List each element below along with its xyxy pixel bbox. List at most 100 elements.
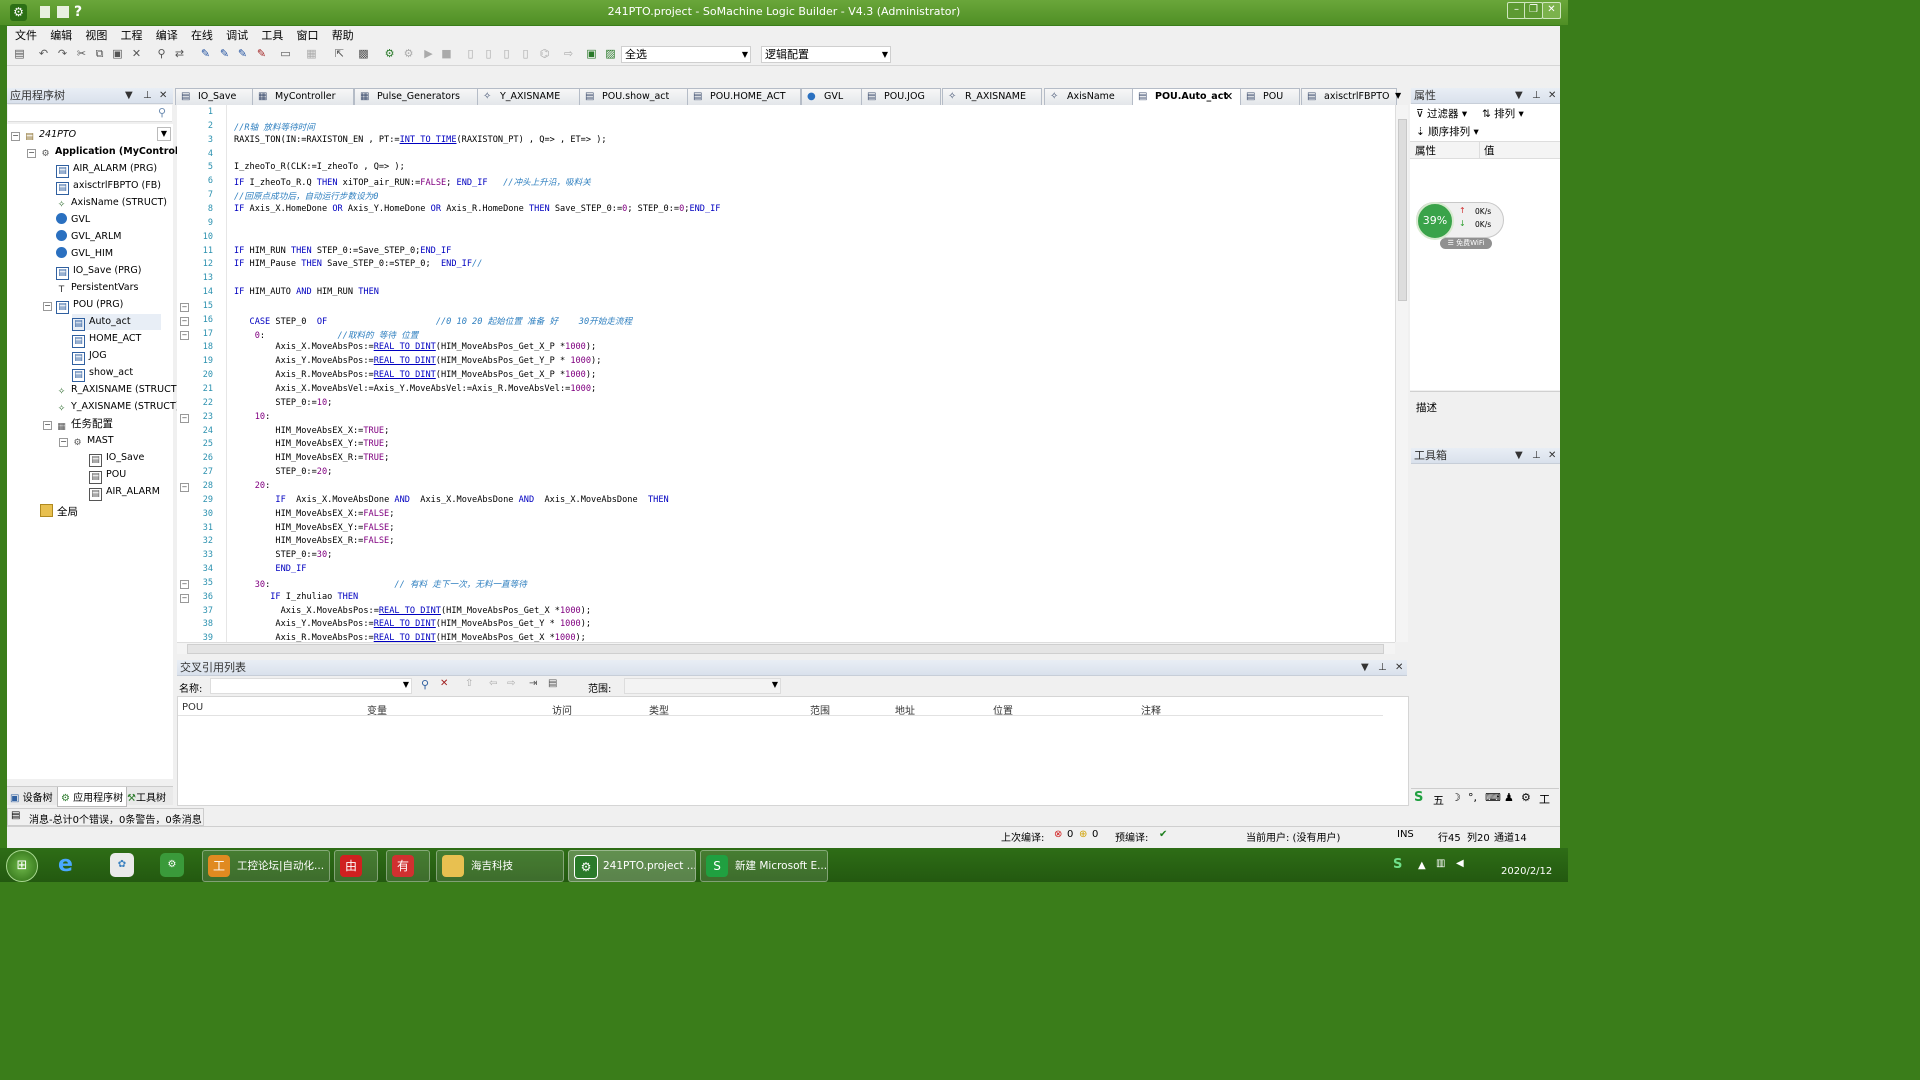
code-line[interactable]: Axis_Y.MoveAbsPos:=REAL_TO_DINT(HIM_Move…	[234, 619, 591, 629]
tab-io-save[interactable]: ▤ IO_Save	[175, 88, 254, 105]
code-line[interactable]: HIM_MoveAbsEX_Y:=FALSE;	[234, 523, 394, 533]
code-line[interactable]: END_IF	[234, 564, 306, 574]
build-all-icon[interactable]: ✎	[218, 47, 231, 60]
network-tray-icon[interactable]: ▥	[1436, 858, 1445, 869]
tree-item-home-act[interactable]: ▤ HOME_ACT	[72, 331, 141, 348]
stop-icon[interactable]: ■	[440, 47, 453, 60]
code-line[interactable]: STEP_0:=30;	[234, 550, 332, 560]
step-icon[interactable]: ▯	[464, 47, 477, 60]
close-icon[interactable]: ✕	[1548, 88, 1556, 103]
menu-tools[interactable]: 工具	[256, 26, 288, 43]
editor-vertical-scrollbar[interactable]	[1395, 105, 1408, 642]
code-line[interactable]: Axis_R.MoveAbsPos:=REAL_TO_DINT(HIM_Move…	[234, 633, 585, 642]
chevron-down-icon[interactable]: ▼	[403, 680, 409, 689]
chevron-down-icon[interactable]: ▼	[125, 88, 133, 103]
order-button[interactable]: ⇣ 顺序排列 ▾	[1416, 124, 1479, 139]
code-line[interactable]: 30: // 有料 走下一次，无料一直等待	[234, 578, 527, 590]
export-icon[interactable]: ⇱	[333, 47, 346, 60]
menu-debug[interactable]: 调试	[221, 26, 253, 43]
tray-date[interactable]: 2020/2/12	[1501, 866, 1552, 877]
fold-toggle-icon[interactable]: −	[180, 330, 189, 340]
tree-item-io-save[interactable]: ▤ IO_Save (PRG)	[56, 263, 141, 280]
tree-item-mast[interactable]: ⚙ MAST	[72, 433, 113, 449]
undo-icon[interactable]: ↶	[37, 47, 50, 60]
tree-search[interactable]: ⚲	[8, 105, 172, 122]
build-icon[interactable]: ✎	[199, 47, 212, 60]
code-line[interactable]: IF HIM_RUN THEN STEP_0:=Save_STEP_0;END_…	[234, 246, 451, 256]
code-line[interactable]: Axis_Y.MoveAbsPos:=REAL_TO_DINT(HIM_Move…	[234, 356, 601, 366]
tree-dropdown[interactable]: ▼	[157, 127, 171, 141]
maximize-button[interactable]: ❐	[1524, 2, 1543, 19]
xref-search-icon[interactable]: ⚲	[421, 678, 429, 691]
tray-expand-icon[interactable]: ▲	[1418, 860, 1426, 871]
xref-scope-select[interactable]: ▼	[624, 678, 781, 694]
menu-view[interactable]: 视图	[80, 26, 112, 43]
tree-item-jog[interactable]: ▤ JOG	[72, 348, 107, 365]
close-tab-icon[interactable]: ✕	[1224, 90, 1233, 103]
screen-icon[interactable]: ▣	[585, 47, 598, 60]
code-line[interactable]: Axis_R.MoveAbsPos:=REAL_TO_DINT(HIM_Move…	[234, 370, 596, 380]
tree-item-pou[interactable]: ▤ POU (PRG)	[56, 297, 123, 314]
tab-r-axisname[interactable]: ✧ R_AXISNAME	[942, 88, 1042, 105]
fold-toggle-icon[interactable]: −	[180, 316, 189, 326]
scroll-thumb[interactable]	[1398, 119, 1407, 301]
tree-item-axisctrl[interactable]: ▤ axisctrlFBPTO (FB)	[56, 178, 161, 195]
code-line[interactable]: 0: //取料的 等待 位置	[234, 329, 419, 341]
window-icon[interactable]: ▭	[279, 47, 292, 60]
tab-mycontroller[interactable]: ▦ MyController	[252, 88, 354, 105]
xref-up-icon[interactable]: ⇧	[465, 678, 473, 689]
xref-prev-icon[interactable]: ⇦	[489, 678, 497, 689]
tree-item-task-config[interactable]: ▦ 任务配置	[56, 416, 113, 432]
code-editor[interactable]: 1 2 3 4 5 6 7 8 9 10 11 12 13 14 15−16−17−18 19 20 21 22 23…	[177, 105, 1395, 642]
menu-help[interactable]: 帮助	[327, 26, 359, 43]
code-line[interactable]: Axis_X.MoveAbsVel:=Axis_Y.MoveAbsVel:=Ax…	[234, 384, 596, 394]
code-line[interactable]: HIM_MoveAbsEX_R:=TRUE;	[234, 453, 389, 463]
menu-build[interactable]: 编译	[151, 26, 183, 43]
tree-item-project[interactable]: ▤ 241PTO	[24, 127, 76, 143]
collapse-icon[interactable]: −	[43, 421, 52, 430]
code-line[interactable]: HIM_MoveAbsEX_Y:=TRUE;	[234, 439, 389, 449]
step-into-icon[interactable]: ▯	[500, 47, 513, 60]
lock-icon[interactable]: ▨	[604, 47, 617, 60]
selection-combo[interactable]: 全选 ▼	[621, 46, 751, 63]
tree-item-y-axisname[interactable]: ✧ Y_AXISNAME (STRUCT)	[56, 399, 180, 415]
tab-gvl[interactable]: ● GVL	[801, 88, 865, 105]
tab-y-axisname[interactable]: ✧ Y_AXISNAME	[477, 88, 581, 105]
task-youdao[interactable]: 有	[386, 850, 430, 882]
task-excel[interactable]: S 新建 Microsoft E...	[700, 850, 828, 882]
close-button[interactable]: ✕	[1542, 2, 1561, 19]
xref-name-input[interactable]: ▼	[210, 678, 412, 694]
chevron-down-icon[interactable]: ▼	[1515, 88, 1523, 103]
tree-item-task-io-save[interactable]: ▤ IO_Save	[89, 450, 144, 467]
col-type[interactable]: 类型	[649, 702, 669, 717]
code-line[interactable]: IF I_zheoTo_R.Q THEN xiTOP_air_RUN:=FALS…	[234, 176, 591, 188]
xref-next-icon[interactable]: ⇨	[507, 678, 515, 689]
volume-tray-icon[interactable]: ◀	[1456, 858, 1464, 869]
code-line[interactable]: //回原点成功后，自动运行步数设为0	[234, 190, 378, 202]
tree-item-gvl-him[interactable]: GVL_HIM	[56, 246, 113, 262]
task-forum[interactable]: 工工控论坛|自动化...	[202, 850, 330, 882]
online-logout-icon[interactable]: ⚙	[402, 47, 415, 60]
delete-icon[interactable]: ✕	[130, 47, 143, 60]
xref-print-icon[interactable]: ▤	[548, 678, 557, 689]
xref-goto-icon[interactable]: ⇥	[529, 678, 537, 689]
col-variable[interactable]: 变量	[367, 702, 387, 717]
code-line[interactable]: 10:	[234, 412, 271, 422]
tree-item-persistent[interactable]: T PersistentVars	[56, 280, 139, 296]
tree-item-task-air-alarm[interactable]: ▤ AIR_ALARM	[89, 484, 160, 501]
code-line[interactable]: RAXIS_TON(IN:=RAXISTON_EN , PT:=INT_TO_T…	[234, 135, 607, 145]
filter-button[interactable]: ⊽ 过滤器 ▾	[1416, 106, 1467, 121]
tab-pou[interactable]: ▤ POU	[1240, 88, 1300, 105]
sort-button[interactable]: ⇅ 排列 ▾	[1482, 106, 1524, 121]
tab-axisctrlfbpto[interactable]: ▤ axisctrlFBPTO	[1301, 88, 1397, 105]
fold-toggle-icon[interactable]: −	[180, 413, 189, 423]
tab-device-tree[interactable]: ▣ 设备树	[10, 789, 53, 804]
breakpoint-icon[interactable]: ⌬	[538, 47, 551, 60]
message-bar[interactable]: ▤ 消息-总计0个错误，0条警告，0条消息	[7, 808, 204, 826]
chevron-down-icon[interactable]: ▼	[1515, 448, 1523, 463]
code-line[interactable]: IF Axis_X.HomeDone OR Axis_Y.HomeDone OR…	[234, 204, 720, 214]
pin-icon[interactable]: ⊥	[1532, 448, 1541, 463]
close-icon[interactable]: ✕	[159, 88, 167, 103]
tab-axisname[interactable]: ✧ AxisName	[1044, 88, 1134, 105]
collapse-icon[interactable]: −	[11, 132, 20, 141]
